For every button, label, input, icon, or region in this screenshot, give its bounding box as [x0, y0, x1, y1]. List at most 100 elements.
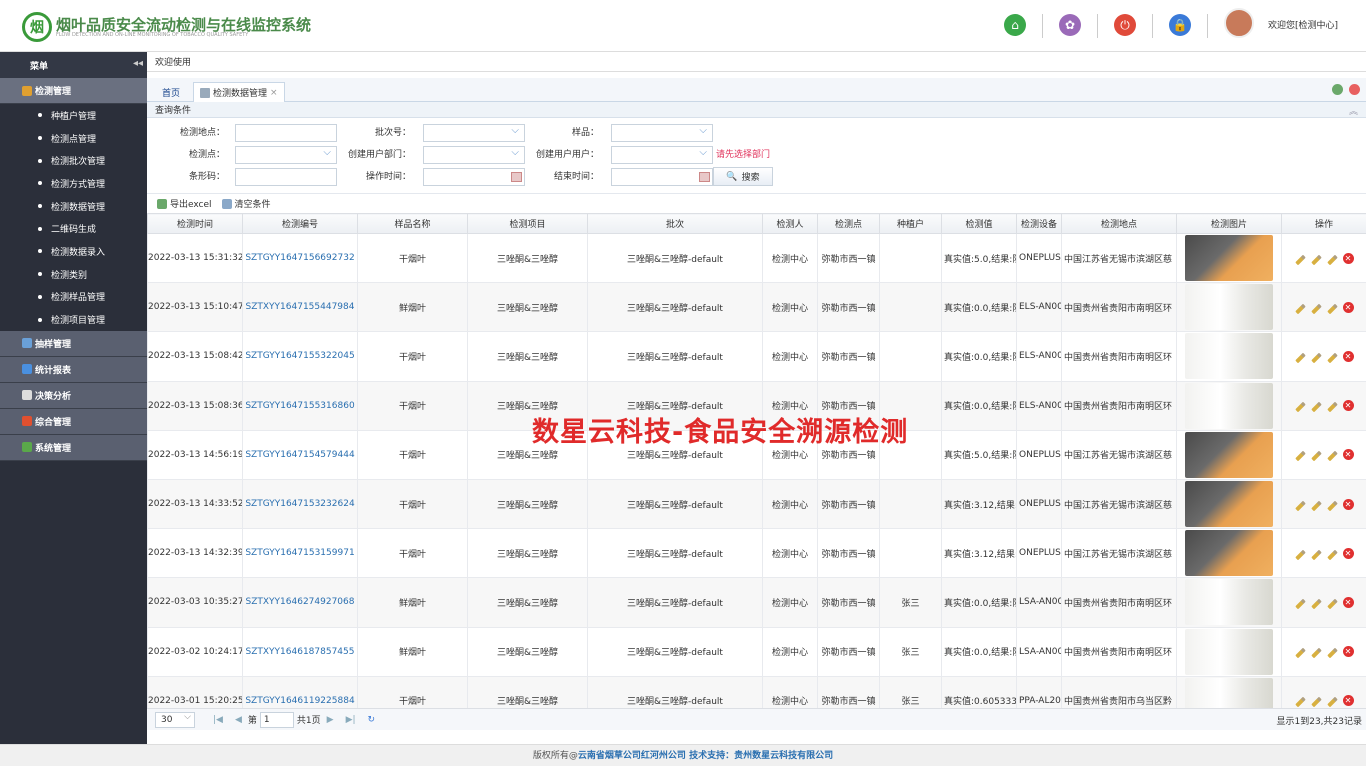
- cell-image[interactable]: [1177, 234, 1282, 283]
- cell-code[interactable]: SZTGYY1647153232624: [243, 479, 358, 528]
- menu-item[interactable]: 检测方式管理: [0, 172, 147, 195]
- first-page-icon[interactable]: |◀: [213, 715, 223, 725]
- detection-image[interactable]: [1185, 481, 1273, 527]
- menu-item[interactable]: 检测项目管理: [0, 308, 147, 331]
- edit-pencil-icon[interactable]: [1311, 549, 1322, 560]
- modify-pencil-icon[interactable]: [1327, 500, 1338, 511]
- column-header[interactable]: 检测时间: [148, 214, 243, 234]
- collapse-up-icon[interactable]: ︽: [1349, 104, 1358, 117]
- home-icon[interactable]: ⌂: [1004, 14, 1026, 36]
- dept-select[interactable]: [423, 146, 525, 164]
- modify-pencil-icon[interactable]: [1327, 451, 1338, 462]
- menu-item[interactable]: 检测样品管理: [0, 286, 147, 309]
- menu-group[interactable]: 检测管理: [0, 78, 147, 104]
- search-button[interactable]: 🔍搜索: [713, 167, 773, 186]
- detection-image[interactable]: [1185, 235, 1273, 281]
- table-row[interactable]: 2022-03-01 15:20:25SZTGYY1646119225884干烟…: [148, 676, 1366, 708]
- modify-pencil-icon[interactable]: [1327, 353, 1338, 364]
- menu-item[interactable]: 种植户管理: [0, 104, 147, 127]
- delete-icon[interactable]: ✕: [1343, 695, 1354, 706]
- menu-group[interactable]: 系统管理: [0, 435, 147, 461]
- view-pencil-icon[interactable]: [1295, 697, 1306, 708]
- sample-select[interactable]: [611, 124, 713, 142]
- view-pencil-icon[interactable]: [1295, 599, 1306, 610]
- detection-image[interactable]: [1185, 678, 1273, 708]
- view-pencil-icon[interactable]: [1295, 402, 1306, 413]
- cell-image[interactable]: [1177, 430, 1282, 479]
- optime-input[interactable]: [423, 168, 525, 186]
- cell-image[interactable]: [1177, 381, 1282, 430]
- settings-icon[interactable]: ✿: [1059, 14, 1081, 36]
- table-row[interactable]: 2022-03-13 14:32:39SZTGYY1647153159971干烟…: [148, 529, 1366, 578]
- menu-item[interactable]: 检测批次管理: [0, 149, 147, 172]
- delete-icon[interactable]: ✕: [1343, 351, 1354, 362]
- column-header[interactable]: 种植户: [880, 214, 942, 234]
- view-pencil-icon[interactable]: [1295, 549, 1306, 560]
- cell-code[interactable]: SZTGYY1646119225884: [243, 676, 358, 708]
- edit-pencil-icon[interactable]: [1311, 648, 1322, 659]
- clear-conditions-button[interactable]: 清空条件: [222, 197, 271, 210]
- delete-icon[interactable]: ✕: [1343, 302, 1354, 313]
- cell-code[interactable]: SZTGYY1647154579444: [243, 430, 358, 479]
- cell-code[interactable]: SZTXYY1646187857455: [243, 627, 358, 676]
- column-header[interactable]: 检测点: [818, 214, 880, 234]
- cell-code[interactable]: SZTGYY1647156692732: [243, 234, 358, 283]
- table-row[interactable]: 2022-03-02 10:24:17SZTXYY1646187857455鲜烟…: [148, 627, 1366, 676]
- batch-select[interactable]: [423, 124, 525, 142]
- barcode-input[interactable]: [235, 168, 337, 186]
- menu-item[interactable]: 检测类别: [0, 263, 147, 286]
- user-avatar[interactable]: [1224, 8, 1254, 38]
- detection-image[interactable]: [1185, 530, 1273, 576]
- menu-group[interactable]: 抽样管理: [0, 331, 147, 357]
- cell-image[interactable]: [1177, 479, 1282, 528]
- table-row[interactable]: 2022-03-13 14:33:52SZTGYY1647153232624干烟…: [148, 479, 1366, 528]
- cell-code[interactable]: SZTGYY1647155322045: [243, 332, 358, 381]
- next-page-icon[interactable]: ▶: [327, 715, 334, 725]
- cell-image[interactable]: [1177, 578, 1282, 627]
- endtime-input[interactable]: [611, 168, 713, 186]
- edit-pencil-icon[interactable]: [1311, 500, 1322, 511]
- menu-group[interactable]: 综合管理: [0, 409, 147, 435]
- table-row[interactable]: 2022-03-13 15:31:32SZTGYY1647156692732干烟…: [148, 234, 1366, 283]
- delete-icon[interactable]: ✕: [1343, 499, 1354, 510]
- prev-page-icon[interactable]: ◀: [235, 715, 242, 725]
- edit-pencil-icon[interactable]: [1311, 451, 1322, 462]
- detection-image[interactable]: [1185, 284, 1273, 330]
- cell-image[interactable]: [1177, 627, 1282, 676]
- export-excel-button[interactable]: 导出excel: [157, 197, 212, 210]
- tab-home[interactable]: 首页: [155, 82, 187, 102]
- delete-icon[interactable]: ✕: [1343, 597, 1354, 608]
- page-size-select[interactable]: 30: [155, 712, 195, 728]
- collapse-icon[interactable]: ◂◂: [133, 58, 143, 69]
- detection-image[interactable]: [1185, 432, 1273, 478]
- edit-pencil-icon[interactable]: [1311, 254, 1322, 265]
- power-icon[interactable]: ⏻: [1114, 14, 1136, 36]
- menu-group[interactable]: 决策分析: [0, 383, 147, 409]
- edit-pencil-icon[interactable]: [1311, 599, 1322, 610]
- view-pencil-icon[interactable]: [1295, 451, 1306, 462]
- modify-pencil-icon[interactable]: [1327, 648, 1338, 659]
- modify-pencil-icon[interactable]: [1327, 402, 1338, 413]
- cell-image[interactable]: [1177, 676, 1282, 708]
- table-row[interactable]: 2022-03-13 15:08:42SZTGYY1647155322045干烟…: [148, 332, 1366, 381]
- delete-icon[interactable]: ✕: [1343, 449, 1354, 460]
- menu-item[interactable]: 检测数据管理: [0, 195, 147, 218]
- cell-code[interactable]: SZTGYY1647153159971: [243, 529, 358, 578]
- column-header[interactable]: 检测值: [942, 214, 1017, 234]
- modify-pencil-icon[interactable]: [1327, 303, 1338, 314]
- column-header[interactable]: 操作: [1282, 214, 1366, 234]
- delete-icon[interactable]: ✕: [1343, 548, 1354, 559]
- calendar-icon[interactable]: [511, 172, 522, 182]
- point-select[interactable]: [235, 146, 337, 164]
- last-page-icon[interactable]: ▶|: [346, 715, 356, 725]
- detection-image[interactable]: [1185, 579, 1273, 625]
- detection-image[interactable]: [1185, 383, 1273, 429]
- column-header[interactable]: 检测图片: [1177, 214, 1282, 234]
- table-row[interactable]: 2022-03-13 15:10:47SZTXYY1647155447984鲜烟…: [148, 283, 1366, 332]
- column-header[interactable]: 批次: [588, 214, 763, 234]
- cell-image[interactable]: [1177, 332, 1282, 381]
- view-pencil-icon[interactable]: [1295, 500, 1306, 511]
- page-input[interactable]: 1: [260, 712, 294, 728]
- cell-code[interactable]: SZTXYY1647155447984: [243, 283, 358, 332]
- cell-code[interactable]: SZTGYY1647155316860: [243, 381, 358, 430]
